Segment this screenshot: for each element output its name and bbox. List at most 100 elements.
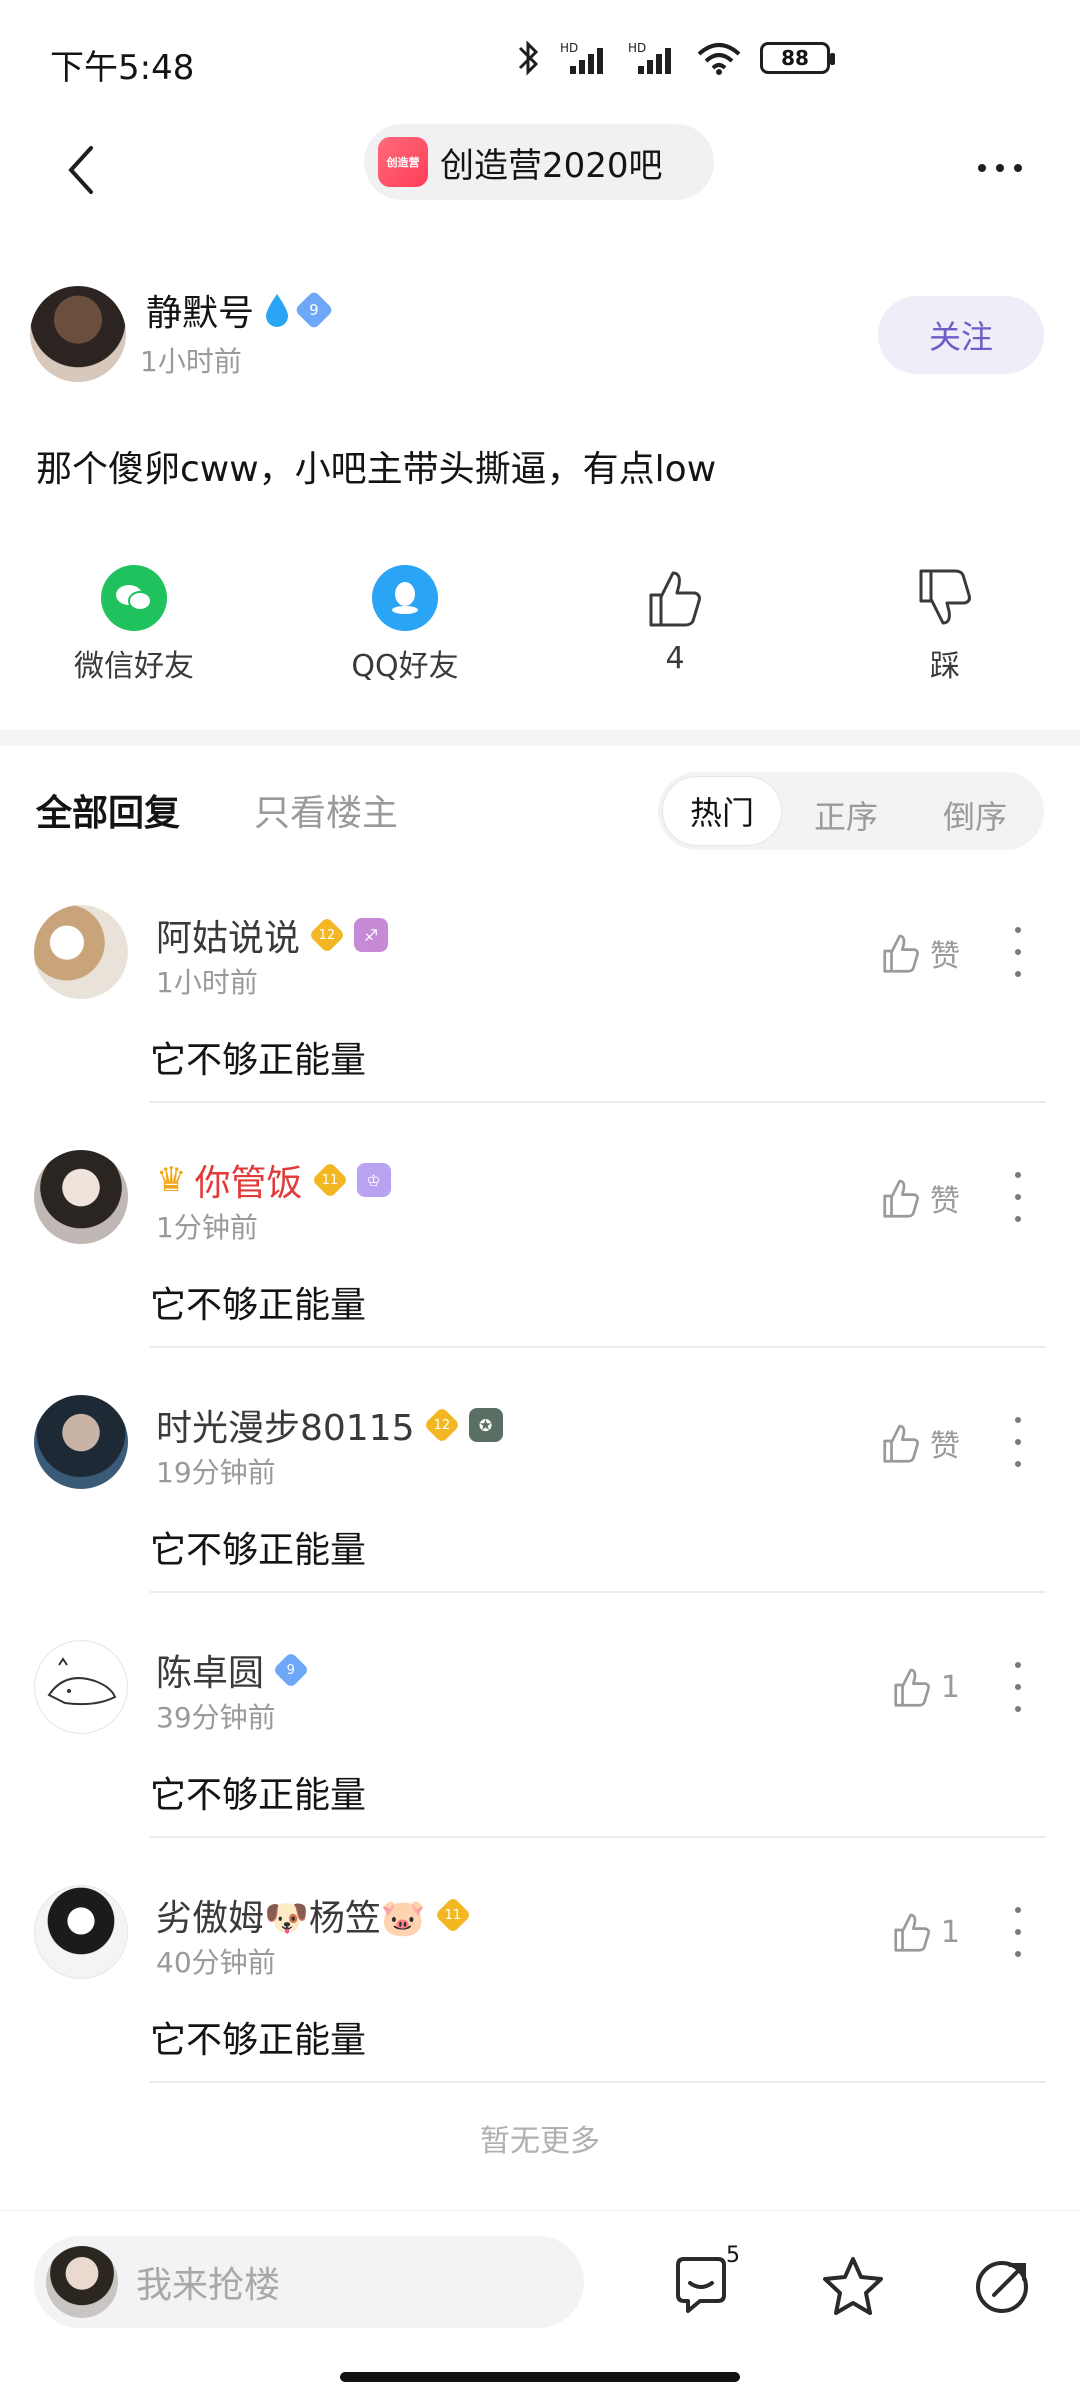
comment-avatar[interactable] bbox=[34, 1395, 128, 1489]
comment-like-button[interactable]: 赞 bbox=[880, 1176, 960, 1220]
cake-icon: ♔ bbox=[356, 1163, 391, 1197]
status-icons: HD HD 88 bbox=[516, 38, 835, 78]
more-options-button[interactable] bbox=[960, 138, 1040, 198]
like-post-button[interactable]: 4 bbox=[575, 565, 775, 676]
follow-button[interactable]: 关注 bbox=[878, 296, 1044, 374]
comment-more-button[interactable] bbox=[1008, 1172, 1028, 1222]
more-dot-icon bbox=[978, 164, 986, 172]
comment-author-name[interactable]: 你管饭 bbox=[194, 1154, 302, 1206]
comments-button[interactable]: 5 bbox=[666, 2243, 740, 2321]
comment-like-button[interactable]: 1 bbox=[891, 1666, 960, 1708]
comment-divider bbox=[150, 1591, 1046, 1593]
comment-author-name[interactable]: 陈卓圆 bbox=[156, 1644, 264, 1696]
comment-author-name[interactable]: 劣傲姆🐶杨笠🐷 bbox=[156, 1889, 426, 1941]
sort-desc-button[interactable]: 倒序 bbox=[943, 792, 1007, 838]
tab-all-replies[interactable]: 全部回复 bbox=[36, 784, 180, 836]
forum-pill[interactable]: 创造营 创造营2020吧 bbox=[364, 124, 714, 200]
more-dot-icon bbox=[1015, 971, 1021, 977]
forum-name: 创造营2020吧 bbox=[440, 145, 663, 186]
comment-name-row: ♛ 你管饭 11 ♔ bbox=[156, 1154, 391, 1206]
comment-time: 39分钟前 bbox=[156, 1701, 276, 1734]
level-badge: 9 bbox=[294, 290, 334, 330]
comment-time: 1小时前 bbox=[156, 966, 258, 999]
more-dot-icon bbox=[1015, 1439, 1021, 1445]
author-time: 1小时前 bbox=[140, 345, 242, 378]
wechat-icon bbox=[101, 565, 167, 631]
bottom-bar: 我来抢楼 5 bbox=[0, 2210, 1080, 2400]
more-dot-icon bbox=[1015, 1951, 1021, 1957]
comment-name-row: 陈卓圆 9 bbox=[156, 1644, 310, 1696]
comment-item: 劣傲姆🐶杨笠🐷 11 40分钟前 1 它不够正能量 bbox=[0, 1885, 1080, 2130]
comment-name-row: 阿姑说说 12 ♐ bbox=[156, 909, 389, 961]
author-name[interactable]: 静默号 bbox=[146, 284, 254, 336]
tab-owner-only[interactable]: 只看楼主 bbox=[254, 784, 398, 836]
reply-count: 5 bbox=[726, 2243, 740, 2268]
star-icon bbox=[823, 2257, 883, 2315]
comment-divider bbox=[150, 2081, 1046, 2083]
favorite-button[interactable] bbox=[818, 2251, 888, 2321]
level-badge: 12 bbox=[423, 1406, 460, 1444]
comment-like-button[interactable]: 赞 bbox=[880, 1421, 960, 1465]
nav-bar: 创造营 创造营2020吧 bbox=[0, 120, 1080, 220]
dislike-post-button[interactable]: 踩 bbox=[845, 565, 1045, 685]
reply-placeholder: 我来抢楼 bbox=[136, 2265, 281, 2306]
share-wechat-button[interactable]: 微信好友 bbox=[34, 565, 234, 685]
more-dot-icon bbox=[1015, 1907, 1021, 1913]
author-avatar[interactable] bbox=[30, 286, 126, 382]
more-dot-icon bbox=[1015, 1461, 1021, 1467]
more-dot-icon bbox=[1015, 1417, 1021, 1423]
no-more-text: 暂无更多 bbox=[480, 2124, 600, 2159]
share-qq-button[interactable]: QQ好友 bbox=[305, 565, 505, 685]
comment-author-name[interactable]: 时光漫步80115 bbox=[156, 1399, 415, 1451]
signal-icon-2: HD bbox=[628, 41, 671, 74]
comment-name-row: 时光漫步80115 12 ✪ bbox=[156, 1399, 503, 1451]
comment-like-button[interactable]: 1 bbox=[891, 1911, 960, 1953]
comment-more-button[interactable] bbox=[1008, 1907, 1028, 1957]
comment-avatar[interactable] bbox=[34, 1640, 128, 1734]
level-badge: 11 bbox=[311, 1161, 348, 1199]
like-count: 4 bbox=[665, 641, 685, 676]
more-dot-icon bbox=[1015, 1216, 1021, 1222]
more-dot-icon bbox=[1015, 1706, 1021, 1712]
comment-more-button[interactable] bbox=[1008, 927, 1028, 977]
forum-logo-text: 创造营 bbox=[386, 156, 420, 169]
share-qq-label: QQ好友 bbox=[351, 649, 459, 684]
sort-hot-button[interactable]: 热门 bbox=[662, 776, 782, 846]
signal-icon: HD bbox=[560, 41, 603, 74]
whale-doodle-icon bbox=[47, 1657, 117, 1706]
post-author: 静默号 9 1小时前 关注 bbox=[0, 280, 1080, 390]
comment-item: 时光漫步80115 12 ✪ 19分钟前 赞 它不够正能量 bbox=[0, 1395, 1080, 1640]
back-button[interactable] bbox=[40, 130, 120, 210]
comment-author-name[interactable]: 阿姑说说 bbox=[156, 909, 300, 961]
share-button[interactable] bbox=[968, 2251, 1038, 2321]
reply-tabs: 全部回复 只看楼主 热门 正序 倒序 bbox=[0, 770, 1080, 860]
more-dot-icon bbox=[1015, 1684, 1021, 1690]
more-dot-icon bbox=[1015, 927, 1021, 933]
more-dot-icon bbox=[1014, 164, 1022, 172]
comment-item: ♛ 你管饭 11 ♔ 1分钟前 赞 它不够正能量 bbox=[0, 1150, 1080, 1395]
comment-bubble-icon bbox=[676, 2257, 726, 2313]
star-badge-icon: ✪ bbox=[468, 1408, 503, 1442]
home-indicator[interactable] bbox=[340, 2372, 740, 2382]
crown-icon: ♛ bbox=[156, 1160, 187, 1200]
sort-group: 热门 正序 倒序 bbox=[658, 772, 1044, 850]
battery-icon: 88 bbox=[760, 42, 835, 74]
level-badge: 12 bbox=[308, 916, 346, 954]
thumbs-up-icon bbox=[894, 1668, 930, 1707]
comment-item: 阿姑说说 12 ♐ 1小时前 赞 它不够正能量 bbox=[0, 905, 1080, 1150]
share-arrow-icon bbox=[976, 2261, 1028, 2313]
comment-avatar[interactable] bbox=[34, 905, 128, 999]
comment-avatar[interactable] bbox=[34, 1150, 128, 1244]
sort-asc-button[interactable]: 正序 bbox=[814, 792, 878, 838]
comment-like-button[interactable]: 赞 bbox=[880, 931, 960, 975]
comment-more-button[interactable] bbox=[1008, 1417, 1028, 1467]
thumbs-up-icon bbox=[883, 1179, 919, 1218]
comment-avatar[interactable] bbox=[34, 1885, 128, 1979]
dislike-label: 踩 bbox=[930, 649, 960, 684]
comment-more-button[interactable] bbox=[1008, 1662, 1028, 1712]
more-dot-icon bbox=[1015, 1194, 1021, 1200]
svg-text:HD: HD bbox=[628, 41, 646, 55]
comment-like-label: 赞 bbox=[930, 1429, 960, 1464]
share-row: 微信好友 QQ好友 4 踩 bbox=[0, 565, 1080, 695]
reply-input[interactable]: 我来抢楼 bbox=[34, 2236, 584, 2328]
